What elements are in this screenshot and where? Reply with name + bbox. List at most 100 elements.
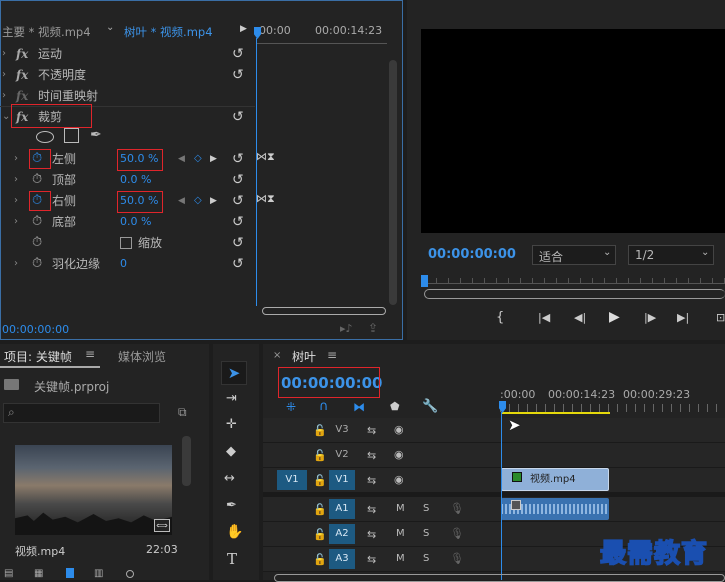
lock-icon[interactable]: 🔓 xyxy=(313,503,327,516)
reset-icon[interactable]: ↺ xyxy=(232,46,244,62)
expand-arrow-icon[interactable]: › xyxy=(14,195,18,206)
zoom-slider[interactable] xyxy=(262,307,386,315)
pen-mask-icon[interactable]: ✒ xyxy=(90,127,102,143)
eye-icon[interactable]: ◉ xyxy=(394,423,404,436)
eye-icon[interactable]: ◉ xyxy=(394,448,404,461)
expand-arrow-icon[interactable]: › xyxy=(14,174,18,185)
track-target-v3[interactable]: V3 xyxy=(329,420,355,440)
panel-menu-icon[interactable]: ≡ xyxy=(327,348,337,362)
track-target-a3[interactable]: A3 xyxy=(329,549,355,569)
audio-clip[interactable] xyxy=(501,498,609,520)
resolution-dropdown[interactable]: 1/2 ⌄ xyxy=(628,245,714,265)
media-browser-tab[interactable]: 媒体浏览 xyxy=(118,348,166,365)
fx-row-opacity[interactable]: › fx 不透明度 ↺ xyxy=(0,64,255,85)
stopwatch-icon[interactable]: ⏱ xyxy=(32,214,42,229)
project-tab[interactable]: 项目: 关键帧 xyxy=(4,348,72,365)
chevron-down-icon[interactable]: ⌄ xyxy=(106,22,114,33)
reset-icon[interactable]: ↺ xyxy=(232,151,244,167)
step-back-icon[interactable]: ◀| xyxy=(574,311,586,324)
microphone-icon[interactable]: 🎙 xyxy=(450,527,464,540)
mute-button[interactable]: M xyxy=(396,528,405,539)
insert-icon[interactable]: ⊡ xyxy=(716,311,725,324)
prev-keyframe-icon[interactable]: ◀ xyxy=(178,154,185,164)
expand-arrow-icon[interactable]: › xyxy=(2,90,6,101)
clip-thumbnail[interactable]: ⟺ xyxy=(15,445,172,535)
lock-icon[interactable]: 🔓 xyxy=(313,449,327,462)
sequence-tab[interactable]: 树叶 xyxy=(292,348,316,365)
play-icon[interactable]: ▶ xyxy=(609,309,620,325)
effect-scrollbar[interactable] xyxy=(389,60,397,305)
reset-icon[interactable]: ↺ xyxy=(232,109,244,125)
stopwatch-icon[interactable]: ⏱ xyxy=(32,172,42,187)
ripple-edit-tool-icon[interactable]: ✛ xyxy=(226,417,237,432)
work-area-bar[interactable] xyxy=(502,412,610,414)
close-icon[interactable]: × xyxy=(273,350,281,361)
ellipse-mask-icon[interactable] xyxy=(36,131,54,143)
video-clip[interactable]: 视频.mp4 xyxy=(501,468,609,491)
go-to-in-icon[interactable]: |◀ xyxy=(538,311,550,324)
solo-button[interactable]: S xyxy=(423,503,429,514)
insert-nest-icon[interactable]: ⁜ xyxy=(286,400,296,414)
hand-tool-icon[interactable]: ✋ xyxy=(226,524,243,540)
track-target-a1[interactable]: A1 xyxy=(329,499,355,519)
fx-row-motion[interactable]: › fx 运动 ↺ xyxy=(0,43,255,64)
next-keyframe-icon[interactable]: ▶ xyxy=(210,196,217,206)
snap-icon[interactable]: ∩ xyxy=(319,399,329,414)
sort-icon[interactable]: ▥ xyxy=(94,568,103,579)
lock-icon[interactable]: 🔓 xyxy=(313,424,327,437)
reset-icon[interactable]: ↺ xyxy=(232,256,244,272)
new-bin-icon[interactable]: ⧉ xyxy=(178,405,187,420)
fx-row-time-remap[interactable]: › fx 时间重映射 xyxy=(0,85,255,106)
reset-icon[interactable]: ↺ xyxy=(232,67,244,83)
sync-lock-icon[interactable]: ⇆ xyxy=(367,528,376,541)
lock-icon[interactable]: 🔓 xyxy=(313,528,327,541)
sync-lock-icon[interactable]: ⇆ xyxy=(367,474,376,487)
prev-keyframe-icon[interactable]: ◀ xyxy=(178,196,185,206)
stopwatch-icon[interactable]: ⏱ xyxy=(32,256,42,271)
mute-button[interactable]: M xyxy=(396,553,405,564)
solo-button[interactable]: S xyxy=(423,553,429,564)
lock-icon[interactable]: 🔓 xyxy=(313,553,327,566)
next-keyframe-icon[interactable]: ▶ xyxy=(210,154,217,164)
microphone-icon[interactable]: 🎙 xyxy=(450,552,464,565)
list-view-icon[interactable]: ▤ xyxy=(4,568,13,579)
reset-icon[interactable]: ↺ xyxy=(232,235,244,251)
timeline-timecode[interactable]: 00:00:00:00 xyxy=(281,374,383,392)
stopwatch-icon[interactable]: ⏱ xyxy=(32,235,42,250)
effect-bottom-timecode[interactable]: 00:00:00:00 xyxy=(2,323,69,336)
reset-icon[interactable]: ↺ xyxy=(232,214,244,230)
effect-source-tab[interactable]: 主要 * 视频.mp4 xyxy=(2,24,91,40)
type-tool-icon[interactable]: T xyxy=(227,550,237,568)
timeline-zoom-scroll[interactable] xyxy=(274,574,725,582)
reset-icon[interactable]: ↺ xyxy=(232,193,244,209)
freeform-view-icon[interactable] xyxy=(66,568,74,578)
keyframe-icon[interactable]: ◇ xyxy=(194,153,202,164)
wrench-icon[interactable]: 🔧 xyxy=(422,399,438,414)
sync-lock-icon[interactable]: ⇆ xyxy=(367,553,376,566)
lock-icon[interactable]: 🔓 xyxy=(313,474,327,487)
sync-lock-icon[interactable]: ⇆ xyxy=(367,503,376,516)
program-timecode[interactable]: 00:00:00:00 xyxy=(428,247,516,262)
fit-dropdown[interactable]: 适合 ⌄ xyxy=(532,245,616,265)
stopwatch-icon[interactable]: ⏱ xyxy=(32,151,42,166)
stopwatch-icon[interactable]: ⏱ xyxy=(32,193,42,208)
effect-clip-tab[interactable]: 树叶 * 视频.mp4 xyxy=(124,24,213,40)
expand-arrow-icon[interactable]: › xyxy=(14,153,18,164)
param-value[interactable]: 0 xyxy=(120,257,127,270)
export-icon[interactable]: ⇪ xyxy=(368,321,378,335)
param-value[interactable]: 0.0 % xyxy=(120,215,151,228)
expand-arrow-icon[interactable]: › xyxy=(2,69,6,80)
program-playhead[interactable] xyxy=(421,275,428,287)
track-select-tool-icon[interactable]: ⇥ xyxy=(226,391,237,406)
mute-button[interactable]: M xyxy=(396,503,405,514)
project-scrollbar[interactable] xyxy=(182,436,191,486)
program-scroll[interactable] xyxy=(424,289,725,299)
sync-lock-icon[interactable]: ⇆ xyxy=(367,449,376,462)
mark-in-icon[interactable]: { xyxy=(496,310,504,325)
zoom-slider-knob[interactable] xyxy=(126,570,134,578)
selection-tool-icon[interactable]: ➤ xyxy=(221,361,247,385)
play-only-icon[interactable]: ▶ xyxy=(240,24,247,34)
search-input[interactable]: ⌕ xyxy=(3,403,160,423)
expand-arrow-icon[interactable]: › xyxy=(14,216,18,227)
reset-icon[interactable]: ↺ xyxy=(232,172,244,188)
